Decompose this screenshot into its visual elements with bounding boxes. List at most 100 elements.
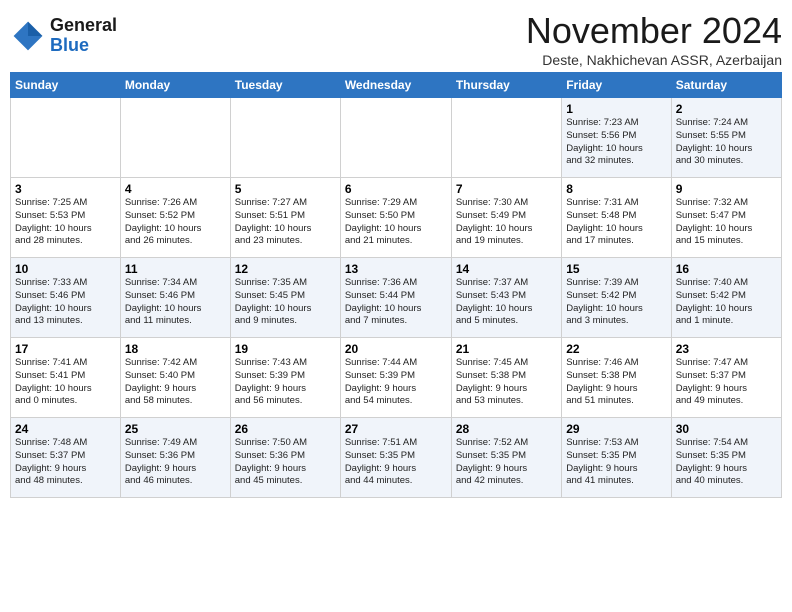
calendar-cell: 20Sunrise: 7:44 AM Sunset: 5:39 PM Dayli… bbox=[340, 338, 451, 418]
day-number: 10 bbox=[15, 262, 116, 276]
weekday-header-friday: Friday bbox=[562, 73, 671, 98]
calendar-cell bbox=[11, 98, 121, 178]
calendar-cell: 16Sunrise: 7:40 AM Sunset: 5:42 PM Dayli… bbox=[671, 258, 781, 338]
day-number: 20 bbox=[345, 342, 447, 356]
day-info: Sunrise: 7:47 AM Sunset: 5:37 PM Dayligh… bbox=[676, 357, 777, 408]
location-subtitle: Deste, Nakhichevan ASSR, Azerbaijan bbox=[526, 52, 782, 68]
day-info: Sunrise: 7:49 AM Sunset: 5:36 PM Dayligh… bbox=[125, 437, 226, 488]
calendar-cell bbox=[451, 98, 561, 178]
day-number: 9 bbox=[676, 182, 777, 196]
day-number: 11 bbox=[125, 262, 226, 276]
day-number: 3 bbox=[15, 182, 116, 196]
day-info: Sunrise: 7:39 AM Sunset: 5:42 PM Dayligh… bbox=[566, 277, 666, 328]
weekday-header-sunday: Sunday bbox=[11, 73, 121, 98]
day-info: Sunrise: 7:25 AM Sunset: 5:53 PM Dayligh… bbox=[15, 197, 116, 248]
day-info: Sunrise: 7:40 AM Sunset: 5:42 PM Dayligh… bbox=[676, 277, 777, 328]
calendar-week-5: 24Sunrise: 7:48 AM Sunset: 5:37 PM Dayli… bbox=[11, 418, 782, 498]
day-info: Sunrise: 7:23 AM Sunset: 5:56 PM Dayligh… bbox=[566, 117, 666, 168]
day-info: Sunrise: 7:53 AM Sunset: 5:35 PM Dayligh… bbox=[566, 437, 666, 488]
calendar-cell: 23Sunrise: 7:47 AM Sunset: 5:37 PM Dayli… bbox=[671, 338, 781, 418]
day-info: Sunrise: 7:33 AM Sunset: 5:46 PM Dayligh… bbox=[15, 277, 116, 328]
day-number: 5 bbox=[235, 182, 336, 196]
calendar-cell: 3Sunrise: 7:25 AM Sunset: 5:53 PM Daylig… bbox=[11, 178, 121, 258]
calendar-week-4: 17Sunrise: 7:41 AM Sunset: 5:41 PM Dayli… bbox=[11, 338, 782, 418]
calendar-week-2: 3Sunrise: 7:25 AM Sunset: 5:53 PM Daylig… bbox=[11, 178, 782, 258]
day-number: 13 bbox=[345, 262, 447, 276]
calendar-cell: 14Sunrise: 7:37 AM Sunset: 5:43 PM Dayli… bbox=[451, 258, 561, 338]
calendar-cell: 26Sunrise: 7:50 AM Sunset: 5:36 PM Dayli… bbox=[230, 418, 340, 498]
day-number: 6 bbox=[345, 182, 447, 196]
calendar-week-3: 10Sunrise: 7:33 AM Sunset: 5:46 PM Dayli… bbox=[11, 258, 782, 338]
day-info: Sunrise: 7:48 AM Sunset: 5:37 PM Dayligh… bbox=[15, 437, 116, 488]
calendar-cell: 25Sunrise: 7:49 AM Sunset: 5:36 PM Dayli… bbox=[120, 418, 230, 498]
day-number: 30 bbox=[676, 422, 777, 436]
day-info: Sunrise: 7:50 AM Sunset: 5:36 PM Dayligh… bbox=[235, 437, 336, 488]
logo-blue: Blue bbox=[50, 36, 117, 56]
calendar-cell: 29Sunrise: 7:53 AM Sunset: 5:35 PM Dayli… bbox=[562, 418, 671, 498]
calendar-cell: 1Sunrise: 7:23 AM Sunset: 5:56 PM Daylig… bbox=[562, 98, 671, 178]
day-number: 27 bbox=[345, 422, 447, 436]
day-info: Sunrise: 7:30 AM Sunset: 5:49 PM Dayligh… bbox=[456, 197, 557, 248]
day-info: Sunrise: 7:54 AM Sunset: 5:35 PM Dayligh… bbox=[676, 437, 777, 488]
day-number: 14 bbox=[456, 262, 557, 276]
day-number: 15 bbox=[566, 262, 666, 276]
calendar-cell: 30Sunrise: 7:54 AM Sunset: 5:35 PM Dayli… bbox=[671, 418, 781, 498]
calendar-cell: 7Sunrise: 7:30 AM Sunset: 5:49 PM Daylig… bbox=[451, 178, 561, 258]
day-number: 17 bbox=[15, 342, 116, 356]
logo: General Blue bbox=[10, 16, 117, 56]
calendar-cell: 19Sunrise: 7:43 AM Sunset: 5:39 PM Dayli… bbox=[230, 338, 340, 418]
day-info: Sunrise: 7:34 AM Sunset: 5:46 PM Dayligh… bbox=[125, 277, 226, 328]
day-info: Sunrise: 7:29 AM Sunset: 5:50 PM Dayligh… bbox=[345, 197, 447, 248]
calendar-cell: 11Sunrise: 7:34 AM Sunset: 5:46 PM Dayli… bbox=[120, 258, 230, 338]
day-info: Sunrise: 7:46 AM Sunset: 5:38 PM Dayligh… bbox=[566, 357, 666, 408]
calendar-cell: 9Sunrise: 7:32 AM Sunset: 5:47 PM Daylig… bbox=[671, 178, 781, 258]
calendar-cell: 17Sunrise: 7:41 AM Sunset: 5:41 PM Dayli… bbox=[11, 338, 121, 418]
weekday-header-monday: Monday bbox=[120, 73, 230, 98]
calendar-cell: 12Sunrise: 7:35 AM Sunset: 5:45 PM Dayli… bbox=[230, 258, 340, 338]
calendar-cell: 27Sunrise: 7:51 AM Sunset: 5:35 PM Dayli… bbox=[340, 418, 451, 498]
calendar-cell: 2Sunrise: 7:24 AM Sunset: 5:55 PM Daylig… bbox=[671, 98, 781, 178]
calendar-cell: 24Sunrise: 7:48 AM Sunset: 5:37 PM Dayli… bbox=[11, 418, 121, 498]
day-info: Sunrise: 7:26 AM Sunset: 5:52 PM Dayligh… bbox=[125, 197, 226, 248]
day-info: Sunrise: 7:31 AM Sunset: 5:48 PM Dayligh… bbox=[566, 197, 666, 248]
page-header: General Blue November 2024 Deste, Nakhic… bbox=[10, 10, 782, 68]
day-number: 26 bbox=[235, 422, 336, 436]
day-number: 25 bbox=[125, 422, 226, 436]
logo-text: General Blue bbox=[50, 16, 117, 56]
day-info: Sunrise: 7:32 AM Sunset: 5:47 PM Dayligh… bbox=[676, 197, 777, 248]
calendar-cell bbox=[230, 98, 340, 178]
day-info: Sunrise: 7:37 AM Sunset: 5:43 PM Dayligh… bbox=[456, 277, 557, 328]
day-info: Sunrise: 7:41 AM Sunset: 5:41 PM Dayligh… bbox=[15, 357, 116, 408]
calendar-cell: 6Sunrise: 7:29 AM Sunset: 5:50 PM Daylig… bbox=[340, 178, 451, 258]
calendar-cell: 28Sunrise: 7:52 AM Sunset: 5:35 PM Dayli… bbox=[451, 418, 561, 498]
day-number: 29 bbox=[566, 422, 666, 436]
calendar-cell: 22Sunrise: 7:46 AM Sunset: 5:38 PM Dayli… bbox=[562, 338, 671, 418]
day-number: 16 bbox=[676, 262, 777, 276]
calendar-week-1: 1Sunrise: 7:23 AM Sunset: 5:56 PM Daylig… bbox=[11, 98, 782, 178]
day-info: Sunrise: 7:43 AM Sunset: 5:39 PM Dayligh… bbox=[235, 357, 336, 408]
calendar-cell bbox=[120, 98, 230, 178]
logo-general: General bbox=[50, 16, 117, 36]
weekday-header-thursday: Thursday bbox=[451, 73, 561, 98]
calendar-cell: 21Sunrise: 7:45 AM Sunset: 5:38 PM Dayli… bbox=[451, 338, 561, 418]
calendar-cell: 18Sunrise: 7:42 AM Sunset: 5:40 PM Dayli… bbox=[120, 338, 230, 418]
day-info: Sunrise: 7:44 AM Sunset: 5:39 PM Dayligh… bbox=[345, 357, 447, 408]
day-info: Sunrise: 7:27 AM Sunset: 5:51 PM Dayligh… bbox=[235, 197, 336, 248]
day-number: 28 bbox=[456, 422, 557, 436]
day-info: Sunrise: 7:35 AM Sunset: 5:45 PM Dayligh… bbox=[235, 277, 336, 328]
weekday-header-tuesday: Tuesday bbox=[230, 73, 340, 98]
weekday-header-saturday: Saturday bbox=[671, 73, 781, 98]
day-number: 22 bbox=[566, 342, 666, 356]
day-number: 4 bbox=[125, 182, 226, 196]
day-number: 1 bbox=[566, 102, 666, 116]
day-number: 12 bbox=[235, 262, 336, 276]
day-number: 18 bbox=[125, 342, 226, 356]
day-info: Sunrise: 7:51 AM Sunset: 5:35 PM Dayligh… bbox=[345, 437, 447, 488]
day-number: 2 bbox=[676, 102, 777, 116]
day-number: 23 bbox=[676, 342, 777, 356]
weekday-header-wednesday: Wednesday bbox=[340, 73, 451, 98]
day-info: Sunrise: 7:36 AM Sunset: 5:44 PM Dayligh… bbox=[345, 277, 447, 328]
calendar-cell: 5Sunrise: 7:27 AM Sunset: 5:51 PM Daylig… bbox=[230, 178, 340, 258]
calendar-table: SundayMondayTuesdayWednesdayThursdayFrid… bbox=[10, 72, 782, 498]
day-info: Sunrise: 7:42 AM Sunset: 5:40 PM Dayligh… bbox=[125, 357, 226, 408]
